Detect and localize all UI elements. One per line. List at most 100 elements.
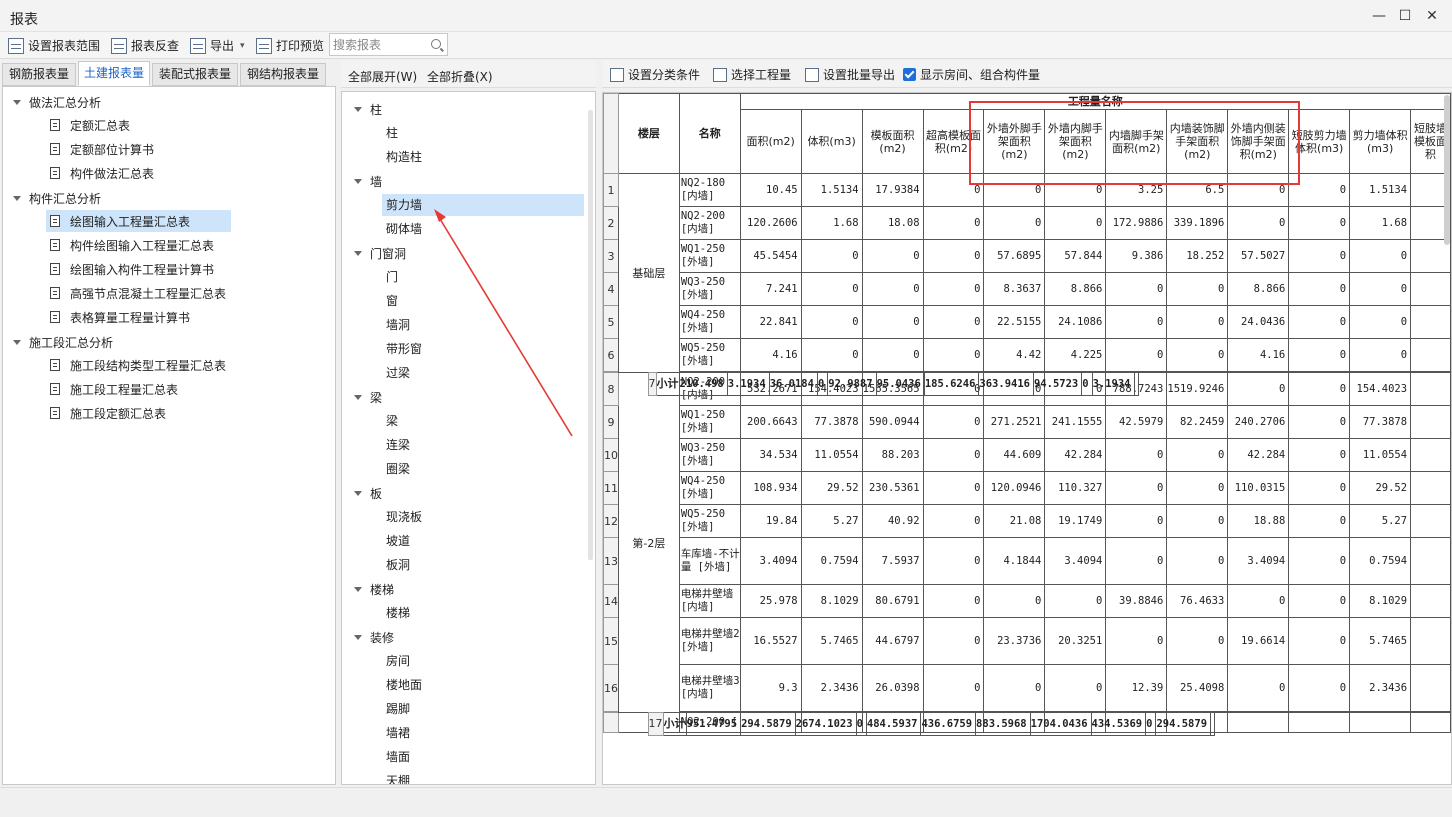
quantity-cell[interactable]: 0 bbox=[922, 584, 985, 618]
quantity-cell[interactable]: 484.5937 bbox=[865, 712, 922, 736]
quantity-cell[interactable] bbox=[1410, 504, 1451, 538]
quantity-cell[interactable]: 0 bbox=[855, 712, 867, 736]
quantity-cell[interactable]: 0 bbox=[861, 305, 924, 339]
quantity-cell[interactable]: 0 bbox=[1288, 438, 1351, 472]
quantity-cell[interactable]: 0 bbox=[1166, 305, 1229, 339]
quantity-cell[interactable]: 88.203 bbox=[861, 438, 924, 472]
quantity-cell[interactable]: 0 bbox=[1288, 206, 1351, 240]
expand-triangle-icon[interactable] bbox=[354, 586, 362, 592]
quantity-cell[interactable]: 57.844 bbox=[1044, 239, 1107, 273]
quantity-cell[interactable]: 34.534 bbox=[739, 438, 802, 472]
expand-triangle-icon[interactable] bbox=[354, 634, 362, 640]
vertical-scrollbar[interactable] bbox=[588, 110, 593, 560]
tree-item-component-method-summary[interactable]: 构件做法汇总表 bbox=[46, 162, 158, 184]
quantity-cell[interactable]: 271.2521 bbox=[983, 405, 1046, 439]
quantity-cell[interactable]: 36.0184 bbox=[768, 372, 818, 396]
tree-item-section-structure-summary[interactable]: 施工段结构类型工程量汇总表 bbox=[46, 354, 230, 376]
component-name-cell[interactable]: WQ4-250 [外墙] bbox=[678, 471, 741, 505]
component-name-cell[interactable]: 电梯井壁墙2 [外墙] bbox=[678, 617, 741, 665]
set-category-condition-button[interactable]: 设置分类条件 bbox=[610, 66, 700, 83]
quantity-cell[interactable]: 3.1934 bbox=[1091, 372, 1135, 396]
quantity-cell[interactable]: 0 bbox=[983, 664, 1046, 712]
tab-civil-report[interactable]: 土建报表量 bbox=[78, 61, 150, 86]
component-strip-window[interactable]: 带形窗 bbox=[382, 338, 422, 360]
quantity-cell[interactable]: 0 bbox=[1105, 338, 1168, 372]
quantity-cell[interactable]: 0 bbox=[1166, 438, 1229, 472]
quantity-cell[interactable]: 94.5723 bbox=[1032, 372, 1083, 396]
quantity-cell[interactable]: 0 bbox=[922, 537, 985, 585]
quantity-cell[interactable]: 230.5361 bbox=[861, 471, 924, 505]
table-row[interactable]: 12 WQ5-250 [外墙] 19.84 5.27 40.92 0 21.08 19.174… bbox=[603, 504, 1451, 538]
quantity-cell[interactable]: 77.3878 bbox=[1349, 405, 1412, 439]
column-header-qty[interactable]: 体积(m3) bbox=[800, 109, 863, 174]
column-header-name[interactable]: 名称 bbox=[678, 93, 741, 174]
quantity-cell[interactable]: 0 bbox=[1288, 617, 1351, 665]
quantity-cell[interactable]: 0 bbox=[1288, 338, 1351, 372]
quantity-cell[interactable]: 0 bbox=[1288, 471, 1351, 505]
quantity-cell[interactable]: 120.0946 bbox=[983, 471, 1046, 505]
quantity-cell[interactable]: 0 bbox=[1105, 471, 1168, 505]
tree-item-section-qty-summary[interactable]: 施工段工程量汇总表 bbox=[46, 378, 182, 400]
quantity-cell[interactable]: 1519.9246 bbox=[1166, 372, 1229, 406]
quantity-cell[interactable]: 0 bbox=[1349, 338, 1412, 372]
component-coupling-beam[interactable]: 连梁 bbox=[382, 434, 410, 456]
expand-triangle-icon[interactable] bbox=[13, 99, 21, 105]
quantity-cell[interactable] bbox=[1410, 584, 1451, 618]
quantity-cell[interactable]: 8.1029 bbox=[800, 584, 863, 618]
quantity-cell[interactable]: 25.978 bbox=[739, 584, 802, 618]
quantity-cell[interactable]: 0 bbox=[922, 617, 985, 665]
quantity-cell[interactable]: 0 bbox=[922, 272, 985, 306]
quantity-cell[interactable]: 45.5454 bbox=[739, 239, 802, 273]
row-number[interactable]: 16 bbox=[603, 664, 619, 712]
component-cast-slab[interactable]: 现浇板 bbox=[382, 506, 422, 528]
component-masonry-wall[interactable]: 砌体墙 bbox=[382, 218, 422, 240]
quantity-cell[interactable]: 24.1086 bbox=[1044, 305, 1107, 339]
quantity-cell[interactable]: 1.5134 bbox=[800, 173, 863, 207]
table-row[interactable]: 4 WQ3-250 [外墙] 7.241 0 0 0 8.3637 8.866 0 0 8.866 0… bbox=[603, 272, 1451, 306]
quantity-cell[interactable]: 0 bbox=[1288, 305, 1351, 339]
component-shear-wall[interactable]: 剪力墙 bbox=[382, 194, 584, 216]
row-number[interactable]: 8 bbox=[603, 372, 619, 406]
category-slab[interactable]: 板 bbox=[354, 484, 382, 502]
export-button[interactable]: 导出 ▾ bbox=[190, 35, 245, 56]
quantity-cell[interactable]: 9.3 bbox=[739, 664, 802, 712]
category-wall[interactable]: 墙 bbox=[354, 172, 382, 190]
quantity-cell[interactable]: 39.8846 bbox=[1105, 584, 1168, 618]
quantity-cell[interactable]: 436.6759 bbox=[920, 712, 977, 736]
quantity-cell[interactable]: 0 bbox=[1227, 372, 1290, 406]
quantity-cell[interactable]: 0 bbox=[861, 272, 924, 306]
expand-triangle-icon[interactable] bbox=[354, 106, 362, 112]
component-window[interactable]: 窗 bbox=[382, 290, 398, 312]
quantity-cell[interactable]: 22.5155 bbox=[983, 305, 1046, 339]
component-name-cell[interactable]: WQ5-250 [外墙] bbox=[678, 504, 741, 538]
quantity-cell[interactable]: 77.3878 bbox=[800, 405, 863, 439]
quantity-cell[interactable]: 92.9887 bbox=[827, 372, 877, 396]
quantity-cell[interactable]: 4.1844 bbox=[983, 537, 1046, 585]
component-slab-opening[interactable]: 板洞 bbox=[382, 554, 410, 576]
quantity-cell[interactable] bbox=[1210, 712, 1216, 736]
quantity-cell[interactable]: 4.42 bbox=[983, 338, 1046, 372]
quantity-cell[interactable]: 363.9416 bbox=[978, 372, 1034, 396]
column-header-floor[interactable]: 楼层 bbox=[618, 93, 680, 174]
report-reverse-check-button[interactable]: 报表反查 bbox=[111, 35, 179, 56]
quantity-cell[interactable]: 0 bbox=[983, 584, 1046, 618]
component-name-cell[interactable]: WQ3-250 [外墙] bbox=[678, 438, 741, 472]
quantity-cell[interactable]: 9.386 bbox=[1105, 239, 1168, 273]
row-number[interactable]: 12 bbox=[603, 504, 619, 538]
table-row[interactable]: 14 电梯井壁墙 [内墙] 25.978 8.1029 80.6791 0 0 0 39.884… bbox=[603, 584, 1451, 618]
quantity-cell[interactable]: 3.4094 bbox=[1227, 537, 1290, 585]
quantity-cell[interactable]: 44.609 bbox=[983, 438, 1046, 472]
tree-item-quota-part-calc[interactable]: 定额部位计算书 bbox=[46, 138, 158, 160]
quantity-cell[interactable]: 0 bbox=[922, 504, 985, 538]
subtotal-label[interactable]: 小计 bbox=[655, 372, 680, 396]
quantity-cell[interactable]: 0 bbox=[922, 438, 985, 472]
report-search-input[interactable] bbox=[330, 34, 426, 55]
quantity-cell[interactable]: 17.9384 bbox=[861, 173, 924, 207]
quantity-cell[interactable]: 210.498 bbox=[678, 372, 728, 396]
quantity-cell[interactable]: 26.0398 bbox=[861, 664, 924, 712]
component-name-cell[interactable]: 电梯井壁墙 [内墙] bbox=[678, 584, 741, 618]
quantity-cell[interactable] bbox=[1410, 372, 1451, 406]
show-rooms-checkbox[interactable]: 显示房间、组合构件量 bbox=[903, 66, 1040, 83]
quantity-cell[interactable]: 19.1749 bbox=[1044, 504, 1107, 538]
chevron-down-icon[interactable]: ▾ bbox=[240, 41, 245, 51]
